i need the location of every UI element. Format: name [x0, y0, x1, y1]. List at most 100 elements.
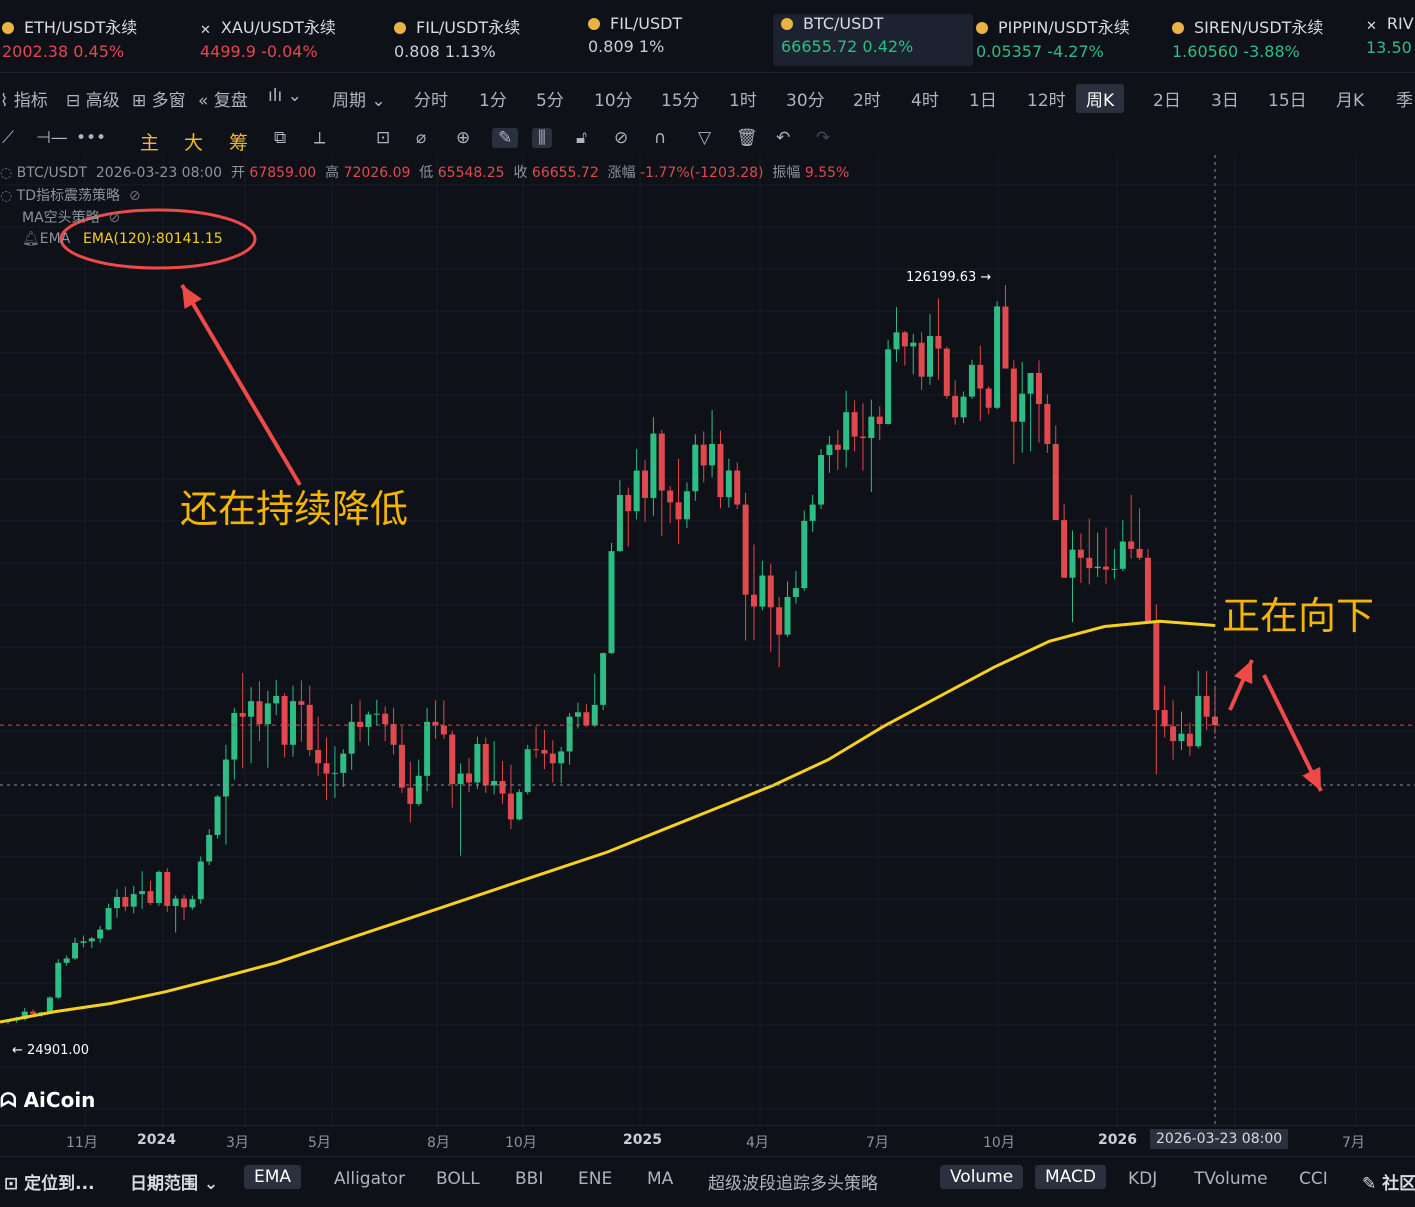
- price-chart[interactable]: 126199.63 → ← 24901.00: [0, 155, 1415, 1125]
- candle-body: [994, 306, 1001, 408]
- candle-body: [289, 701, 296, 745]
- locate-button[interactable]: ⊡ 定位到...: [4, 1169, 95, 1194]
- indicator-2[interactable]: BOLL: [436, 1169, 480, 1189]
- big-order-toggle[interactable]: 大: [184, 128, 203, 155]
- indicator-4[interactable]: ENE: [578, 1169, 612, 1189]
- date-range-dropdown[interactable]: 日期范围 ⌄: [130, 1169, 218, 1194]
- pen-icon[interactable]: ✎: [492, 128, 519, 148]
- timeframe-2日[interactable]: 2日: [1153, 86, 1181, 111]
- measure-icon[interactable]: ⟂: [314, 128, 325, 148]
- indicator-11[interactable]: CCI: [1299, 1169, 1328, 1189]
- main-chart-toggle[interactable]: 主: [140, 128, 159, 155]
- redo-icon[interactable]: ↷: [816, 128, 830, 148]
- indicator-1[interactable]: Alligator: [334, 1169, 405, 1189]
- timeframe-2时[interactable]: 2时: [853, 86, 881, 111]
- hidden-eye-icon[interactable]: ⊘: [104, 210, 121, 226]
- legend-low: 65548.25: [437, 165, 505, 181]
- time-tick: 3月: [226, 1135, 249, 1151]
- ticker-6[interactable]: SIREN/USDT永续 1.60560 -3.88%: [1172, 14, 1323, 66]
- rewind-icon: «: [198, 91, 209, 111]
- indicator-8[interactable]: MACD: [1035, 1165, 1106, 1189]
- timeframe-15日[interactable]: 15日: [1268, 86, 1307, 111]
- zoom-icon[interactable]: ⊕: [456, 128, 470, 148]
- ticker-7[interactable]: ✕ RIV 13.50: [1366, 14, 1414, 66]
- indicator-10[interactable]: TVolume: [1194, 1169, 1268, 1189]
- chart-canvas[interactable]: 126199.63 → ← 24901.00: [0, 155, 1415, 1125]
- candle-body: [63, 958, 70, 963]
- td-strategy-row[interactable]: ◌ TD指标震荡策略 ⊘: [0, 185, 141, 205]
- ema-row[interactable]: 🔔︎EMA: [22, 231, 70, 247]
- timeframe-12时[interactable]: 12时: [1027, 86, 1066, 111]
- ruler-icon[interactable]: ⌀: [416, 128, 426, 148]
- indicator-6[interactable]: 超级波段追踪多头策略: [708, 1169, 878, 1194]
- candles-icon[interactable]: ⫼: [532, 128, 552, 148]
- candle-type-button[interactable]: ılı ⌄: [268, 86, 302, 106]
- candle-body: [583, 712, 590, 726]
- more-dots-icon[interactable]: •••: [76, 128, 106, 148]
- candle-body: [1203, 696, 1210, 717]
- hidden-eye-icon[interactable]: ⊘: [124, 188, 141, 204]
- candle-body: [139, 891, 146, 895]
- candle-body: [1186, 733, 1193, 747]
- filter-icon[interactable]: ▽: [698, 128, 711, 148]
- indicator-0[interactable]: EMA: [244, 1165, 302, 1189]
- magnet-icon[interactable]: ∩: [654, 128, 666, 148]
- timeframe-分时[interactable]: 分时: [414, 86, 448, 111]
- lock-icon[interactable]: 🔓︎: [576, 128, 587, 148]
- annotation-right: 正在向下: [1222, 594, 1375, 638]
- ticker-3[interactable]: FIL/USDT 0.809 1%: [588, 14, 682, 66]
- ma-strategy-row[interactable]: MA空头策略 ⊘: [22, 207, 120, 227]
- indicator-3[interactable]: BBI: [515, 1169, 543, 1189]
- timeframe-1时[interactable]: 1时: [729, 86, 757, 111]
- timeframe-15分[interactable]: 15分: [661, 86, 700, 111]
- indicators-button[interactable]: ⌇ 指标: [0, 86, 48, 111]
- timeframe-30分[interactable]: 30分: [786, 86, 825, 111]
- advanced-button[interactable]: ⊟ 高级: [66, 86, 120, 111]
- coin-icon: [2, 22, 14, 34]
- timeframe-4时[interactable]: 4时: [911, 86, 939, 111]
- undo-icon[interactable]: ↶: [776, 128, 790, 148]
- ticker-name: ETH/USDT永续: [2, 14, 137, 38]
- trash-icon[interactable]: 🗑︎: [736, 128, 758, 148]
- trendline-icon[interactable]: ⟋: [2, 128, 14, 148]
- indicator-12[interactable]: ✎ 社区: [1362, 1169, 1415, 1194]
- ticker-4[interactable]: BTC/USDT 66655.72 0.42%: [773, 14, 973, 66]
- ticker-5[interactable]: PIPPIN/USDT永续 0.05357 -4.27%: [976, 14, 1130, 66]
- period-dropdown[interactable]: 周期 ⌄: [332, 86, 386, 111]
- indicator-9[interactable]: KDJ: [1128, 1169, 1157, 1189]
- indicator-7[interactable]: Volume: [940, 1165, 1024, 1189]
- eye-icon[interactable]: ◌: [0, 165, 12, 181]
- timeframe-5分[interactable]: 5分: [536, 86, 564, 111]
- candle-body: [323, 763, 330, 774]
- candle-body: [1061, 520, 1068, 578]
- timeframe-季[interactable]: 季: [1396, 86, 1413, 111]
- indicator-5[interactable]: MA: [647, 1169, 673, 1189]
- timeframe-1日[interactable]: 1日: [969, 86, 997, 111]
- chips-toggle[interactable]: 筹: [229, 128, 248, 155]
- pattern-icon[interactable]: ⧉: [274, 128, 286, 148]
- timeframe-10分[interactable]: 10分: [594, 86, 633, 111]
- timeframe-月K[interactable]: 月K: [1336, 86, 1364, 111]
- hide-icon[interactable]: ⊘: [614, 128, 628, 148]
- locate-icon: ⊡: [4, 1174, 19, 1194]
- high-price-label: 126199.63 →: [906, 270, 991, 285]
- candle-body: [960, 396, 967, 418]
- timeframe-3日[interactable]: 3日: [1211, 86, 1239, 111]
- timeframe-1分[interactable]: 1分: [479, 86, 507, 111]
- multi-window-button[interactable]: ⊞ 多窗: [132, 86, 186, 111]
- ema-line: [0, 619, 1216, 1024]
- candle-body: [709, 443, 716, 466]
- time-tick: 2024: [137, 1132, 176, 1148]
- time-tick: 11月: [66, 1135, 98, 1151]
- check-icon: ◌: [0, 188, 13, 204]
- timeframe-周K[interactable]: 周K: [1076, 84, 1125, 113]
- candle-body: [507, 793, 514, 820]
- replay-button[interactable]: « 复盘: [198, 86, 248, 111]
- candle-body: [533, 749, 540, 751]
- ticker-1[interactable]: ✕ XAU/USDT永续 4499.9 -0.04%: [200, 14, 336, 66]
- candle-body: [113, 897, 120, 909]
- ticker-2[interactable]: FIL/USDT永续 0.808 1.13%: [394, 14, 520, 66]
- horizontal-line-icon[interactable]: ⊣—: [36, 128, 68, 148]
- text-icon[interactable]: ⊡: [376, 128, 390, 148]
- ticker-0[interactable]: ETH/USDT永续 2002.38 0.45%: [2, 14, 137, 66]
